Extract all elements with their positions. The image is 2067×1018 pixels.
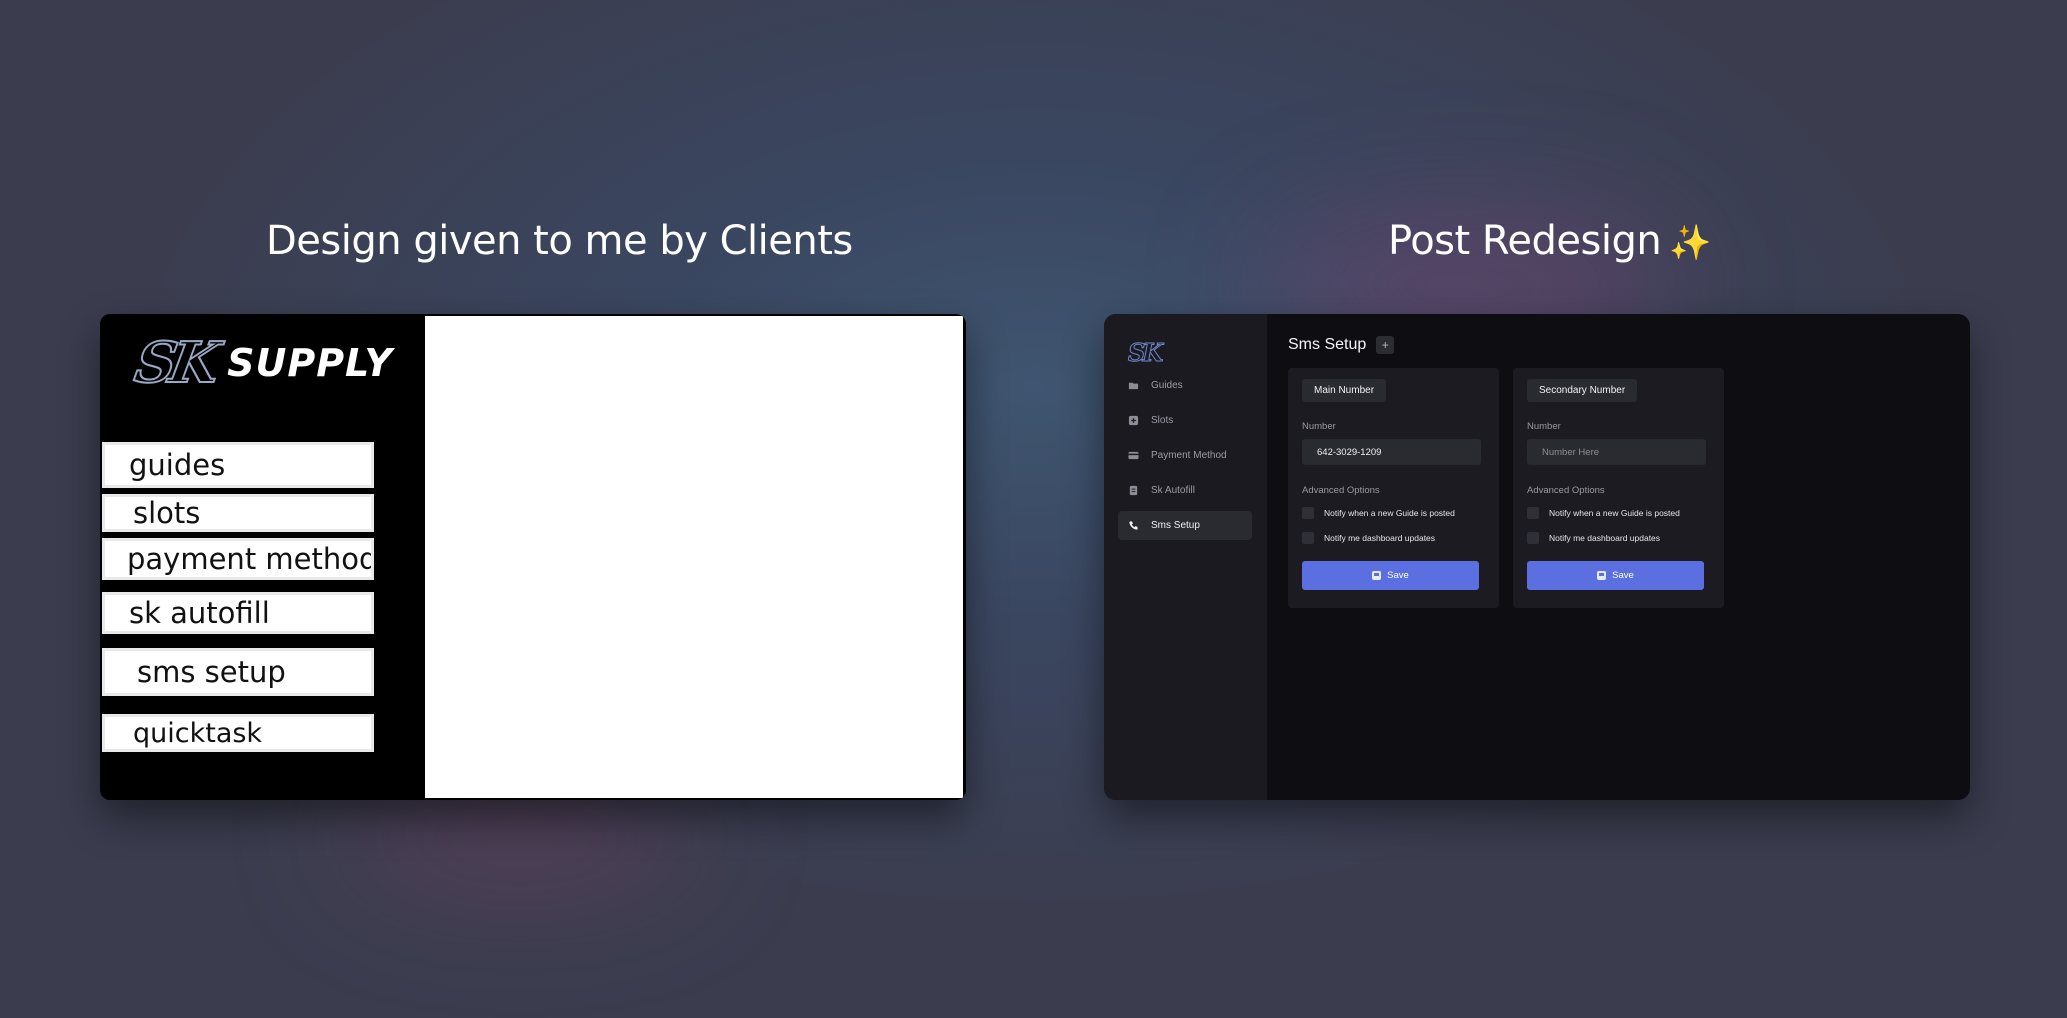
old-logo-text: SUPPLY <box>227 341 393 385</box>
notify-dashboard-option[interactable]: Notify me dashboard updates <box>1527 532 1660 544</box>
old-nav-guides[interactable]: guides <box>102 442 374 488</box>
card-title-badge: Main Number <box>1302 379 1387 402</box>
sidebar-item-sk-autofill[interactable]: Sk Autofill <box>1118 476 1252 505</box>
sidebar-item-slots[interactable]: Slots <box>1118 406 1252 435</box>
notify-guide-checkbox[interactable] <box>1527 507 1539 519</box>
notify-guide-option[interactable]: Notify when a new Guide is posted <box>1527 507 1680 519</box>
number-label: Number <box>1302 421 1336 432</box>
notify-dashboard-checkbox[interactable] <box>1527 532 1539 544</box>
old-design-screenshot: SK SUPPLY guides slots payment method sk… <box>100 314 966 800</box>
save-button-label: Save <box>1612 570 1634 581</box>
old-nav-slots[interactable]: slots <box>102 494 374 532</box>
sidebar-item-label: Sk Autofill <box>1151 485 1195 496</box>
save-icon <box>1372 571 1382 580</box>
save-button[interactable]: Save <box>1302 561 1479 590</box>
old-content-area <box>425 316 963 798</box>
sparkles-icon: ✨ <box>1669 223 1712 263</box>
document-icon <box>1129 485 1138 496</box>
notify-dashboard-label: Notify me dashboard updates <box>1324 533 1436 543</box>
folder-icon <box>1128 382 1139 390</box>
page-title: Sms Setup <box>1288 336 1367 353</box>
notify-dashboard-checkbox[interactable] <box>1302 532 1314 544</box>
secondary-number-card: Secondary Number Number Advanced Options… <box>1513 368 1724 608</box>
page-header: Sms Setup + <box>1288 336 1395 354</box>
advanced-options-label: Advanced Options <box>1302 485 1380 496</box>
sidebar-item-label: Guides <box>1151 380 1183 391</box>
phone-icon <box>1129 521 1138 530</box>
main-number-input[interactable] <box>1302 439 1481 465</box>
heading-old-design: Design given to me by Clients <box>266 218 853 264</box>
main-number-card: Main Number Number Advanced Options Noti… <box>1288 368 1499 608</box>
save-button[interactable]: Save <box>1527 561 1704 590</box>
sidebar-item-payment-method[interactable]: Payment Method <box>1118 441 1252 470</box>
sidebar-item-label: Slots <box>1151 415 1174 426</box>
notify-dashboard-option[interactable]: Notify me dashboard updates <box>1302 532 1435 544</box>
heading-new-design-text: Post Redesign <box>1388 218 1662 264</box>
advanced-options-label: Advanced Options <box>1527 485 1605 496</box>
notify-guide-checkbox[interactable] <box>1302 507 1314 519</box>
old-logo-mark: SK <box>129 329 220 397</box>
notify-guide-label: Notify when a new Guide is posted <box>1549 508 1680 518</box>
old-nav-quicktask[interactable]: quicktask <box>102 714 374 752</box>
save-icon <box>1597 571 1607 580</box>
old-logo: SK SUPPLY <box>129 329 393 397</box>
sidebar-item-sms-setup[interactable]: Sms Setup <box>1118 511 1252 540</box>
plus-square-icon <box>1128 415 1139 426</box>
credit-card-icon <box>1128 451 1139 460</box>
old-nav-sk-autofill[interactable]: sk autofill <box>102 592 374 634</box>
sidebar: SK Guides Slots Payment Method Sk Autofi… <box>1104 314 1267 800</box>
secondary-number-input[interactable] <box>1527 439 1706 465</box>
sidebar-item-label: Sms Setup <box>1151 520 1200 531</box>
notify-dashboard-label: Notify me dashboard updates <box>1549 533 1661 543</box>
old-nav-sms-setup[interactable]: sms setup <box>102 648 374 696</box>
notify-guide-option[interactable]: Notify when a new Guide is posted <box>1302 507 1455 519</box>
card-title-badge: Secondary Number <box>1527 379 1638 402</box>
sk-logo: SK <box>1127 338 1163 368</box>
add-number-button[interactable]: + <box>1376 336 1395 354</box>
old-nav-payment-method[interactable]: payment method <box>102 538 374 580</box>
sidebar-item-label: Payment Method <box>1151 450 1227 461</box>
sidebar-item-guides[interactable]: Guides <box>1118 371 1252 400</box>
save-button-label: Save <box>1387 570 1409 581</box>
notify-guide-label: Notify when a new Guide is posted <box>1324 508 1455 518</box>
new-design-screenshot: SK Guides Slots Payment Method Sk Autofi… <box>1104 314 1970 800</box>
number-label: Number <box>1527 421 1561 432</box>
heading-new-design: Post Redesign ✨ <box>1388 218 1712 264</box>
